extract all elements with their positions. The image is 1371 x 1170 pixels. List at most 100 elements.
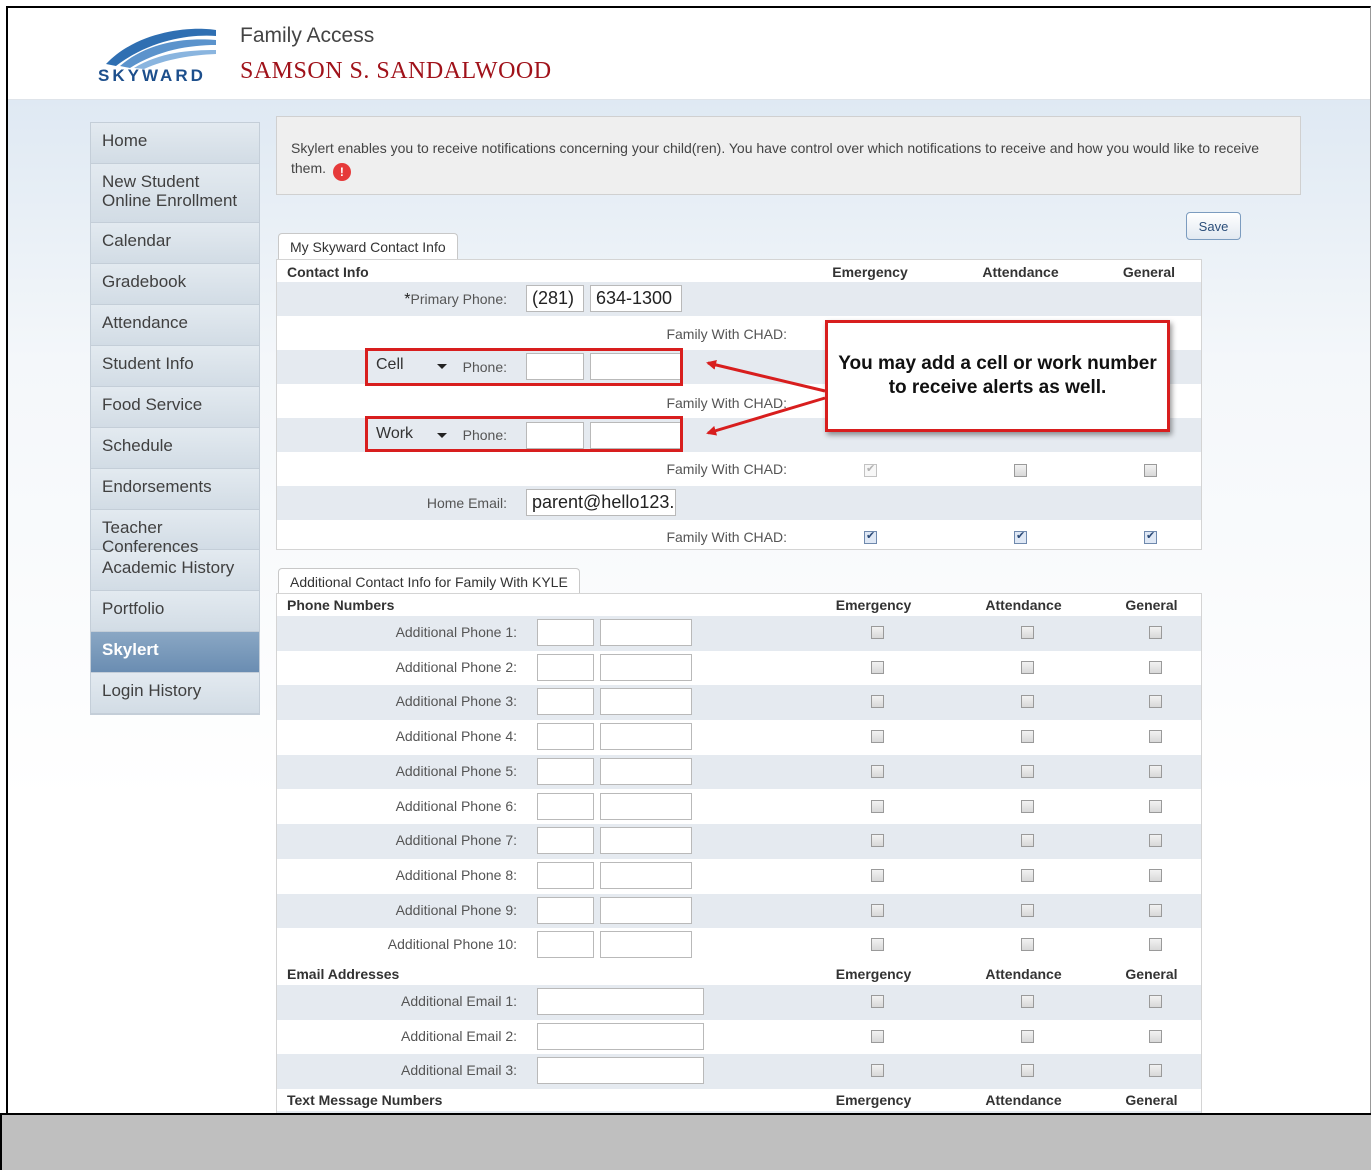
- additional-phone-attendance-checkbox[interactable]: [1021, 626, 1034, 639]
- additional-contact-panel: Phone Numbers Emergency Attendance General A…: [276, 593, 1202, 1115]
- additional-email-attendance-checkbox[interactable]: [1021, 1029, 1034, 1043]
- additional-email-attendance-checkbox[interactable]: [1021, 1064, 1034, 1078]
- col-emergency: Emergency: [835, 966, 912, 982]
- additional-phone-label: Additional Phone 9:: [395, 901, 517, 918]
- additional-email-field[interactable]: [537, 1057, 704, 1085]
- additional-phone-attendance-checkbox[interactable]: [1021, 730, 1034, 744]
- email-addresses-header: Email Addresses: [287, 966, 400, 982]
- additional-email-general-checkbox[interactable]: [1149, 1064, 1162, 1078]
- additional-phone-attendance-checkbox[interactable]: [1021, 799, 1034, 813]
- additional-phone-attendance-checkbox[interactable]: [1021, 695, 1034, 709]
- additional-phone-general-checkbox[interactable]: [1149, 799, 1162, 813]
- additional-phone-attendance-checkbox[interactable]: [1021, 903, 1034, 917]
- additional-email-label: Additional Email 2:: [401, 1027, 517, 1044]
- additional-phone-number-field[interactable]: [600, 653, 692, 681]
- browser-frame: SKYWARD Family Access SAMSON S. SANDALWO…: [6, 6, 1371, 1115]
- additional-phone-number-field[interactable]: [600, 688, 692, 716]
- col-general: General: [1125, 597, 1178, 613]
- text-message-numbers-header-row: Text Message Numbers Emergency Attendance G…: [277, 1089, 1201, 1111]
- additional-phone-number-field[interactable]: [600, 861, 692, 889]
- additional-phone-general-checkbox[interactable]: [1149, 695, 1162, 709]
- additional-phone-area-field[interactable]: [537, 931, 594, 959]
- additional-phone-label: Additional Phone 6:: [395, 797, 517, 814]
- additional-phone-row: Additional Phone 2:: [277, 651, 1201, 686]
- additional-phone-emergency-checkbox[interactable]: [871, 868, 884, 882]
- additional-email-label: Additional Email 1:: [401, 993, 517, 1009]
- arrow-to-cell: [706, 359, 826, 393]
- additional-phone-attendance-checkbox[interactable]: [1021, 834, 1034, 848]
- additional-phone-general-checkbox[interactable]: [1149, 660, 1162, 674]
- additional-email-emergency-checkbox[interactable]: [871, 995, 884, 1008]
- additional-phone-area-field[interactable]: [537, 619, 594, 646]
- arrow-to-work: [706, 396, 826, 436]
- additional-email-row: Additional Email 1:: [277, 985, 1201, 1020]
- additional-phone-general-checkbox[interactable]: [1149, 938, 1162, 952]
- bottom-band: [0, 1113, 1371, 1170]
- additional-phone-number-field[interactable]: [600, 757, 692, 785]
- phone-numbers-header: Phone Numbers: [287, 597, 395, 613]
- additional-phone-area-field[interactable]: [537, 723, 594, 751]
- additional-email-field[interactable]: [537, 1022, 704, 1050]
- additional-phone-emergency-checkbox[interactable]: [871, 834, 884, 848]
- additional-phone-row: Additional Phone 3:: [277, 685, 1201, 721]
- col-emergency: Emergency: [835, 1092, 912, 1109]
- additional-phone-area-field[interactable]: [537, 896, 594, 924]
- additional-phone-area-field[interactable]: [537, 688, 594, 716]
- additional-phone-emergency-checkbox[interactable]: [871, 660, 884, 674]
- additional-phone-emergency-checkbox[interactable]: [871, 903, 884, 917]
- additional-phone-area-field[interactable]: [537, 757, 594, 785]
- additional-phone-row: Additional Phone 10:: [277, 928, 1201, 963]
- additional-phone-number-field[interactable]: [600, 896, 692, 924]
- additional-phone-area-field[interactable]: [537, 653, 594, 681]
- additional-phone-general-checkbox[interactable]: [1149, 764, 1162, 778]
- additional-phone-number-field[interactable]: [600, 827, 692, 855]
- callout-note: You may add a cell or work number to rec…: [825, 320, 1170, 432]
- additional-phone-general-checkbox[interactable]: [1149, 903, 1162, 917]
- additional-phone-row: Additional Phone 6:: [277, 790, 1201, 825]
- additional-phone-general-checkbox[interactable]: [1149, 626, 1162, 639]
- additional-phone-row: Additional Phone 9:: [277, 893, 1201, 929]
- additional-phone-row: Additional Phone 5:: [277, 754, 1201, 790]
- additional-phone-emergency-checkbox[interactable]: [871, 730, 884, 744]
- additional-email-attendance-checkbox[interactable]: [1021, 995, 1034, 1008]
- col-attendance: Attendance: [985, 1092, 1062, 1109]
- additional-phone-attendance-checkbox[interactable]: [1021, 764, 1034, 778]
- additional-email-emergency-checkbox[interactable]: [871, 1064, 884, 1078]
- additional-phone-number-field[interactable]: [600, 792, 692, 820]
- col-emergency: Emergency: [835, 597, 912, 613]
- additional-phone-area-field[interactable]: [537, 861, 594, 889]
- additional-phone-label: Additional Phone 1:: [395, 624, 517, 640]
- additional-phone-attendance-checkbox[interactable]: [1021, 868, 1034, 882]
- additional-phone-label: Additional Phone 2:: [395, 658, 517, 675]
- additional-phone-general-checkbox[interactable]: [1149, 868, 1162, 882]
- additional-phone-general-checkbox[interactable]: [1149, 730, 1162, 744]
- tab-additional-contact-info[interactable]: Additional Contact Info for Family With …: [278, 568, 580, 594]
- additional-phone-number-field[interactable]: [600, 619, 692, 646]
- additional-email-emergency-checkbox[interactable]: [871, 1029, 884, 1043]
- additional-phone-row: Additional Phone 4:: [277, 720, 1201, 755]
- additional-phone-area-field[interactable]: [537, 792, 594, 820]
- text-message-numbers-header: Text Message Numbers: [287, 1092, 443, 1109]
- additional-phone-row: Additional Phone 7:: [277, 824, 1201, 859]
- additional-phone-label: Additional Phone 5:: [395, 762, 517, 779]
- additional-phone-emergency-checkbox[interactable]: [871, 938, 884, 952]
- additional-phone-emergency-checkbox[interactable]: [871, 695, 884, 709]
- col-general: General: [1125, 1092, 1178, 1109]
- col-attendance: Attendance: [985, 966, 1062, 982]
- additional-phone-emergency-checkbox[interactable]: [871, 626, 884, 639]
- additional-email-general-checkbox[interactable]: [1149, 995, 1162, 1008]
- additional-phone-label: Additional Phone 3:: [395, 693, 517, 710]
- additional-phone-general-checkbox[interactable]: [1149, 834, 1162, 848]
- additional-phone-emergency-checkbox[interactable]: [871, 799, 884, 813]
- additional-phone-number-field[interactable]: [600, 931, 692, 959]
- additional-email-general-checkbox[interactable]: [1149, 1029, 1162, 1043]
- additional-phone-attendance-checkbox[interactable]: [1021, 938, 1034, 952]
- additional-phone-label: Additional Phone 8:: [395, 866, 517, 883]
- additional-phone-row: Additional Phone 8:: [277, 859, 1201, 894]
- additional-phone-area-field[interactable]: [537, 827, 594, 855]
- additional-phone-emergency-checkbox[interactable]: [871, 764, 884, 778]
- additional-phone-label: Additional Phone 10:: [387, 936, 517, 953]
- additional-email-field[interactable]: [537, 988, 704, 1015]
- additional-phone-attendance-checkbox[interactable]: [1021, 660, 1034, 674]
- additional-phone-number-field[interactable]: [600, 723, 692, 751]
